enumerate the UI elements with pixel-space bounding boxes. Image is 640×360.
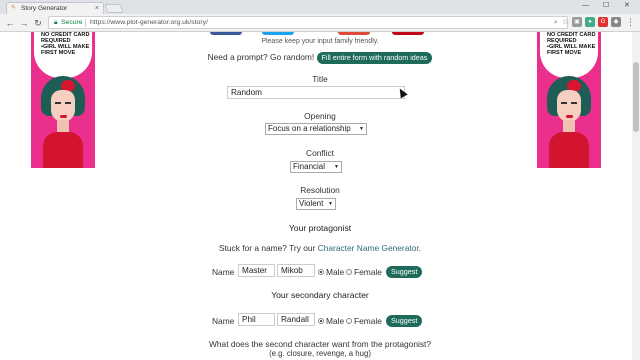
name-generator-link[interactable]: Character Name Generator [318, 243, 419, 253]
male-label: Male [326, 267, 345, 277]
page-scrollbar[interactable] [632, 32, 640, 360]
protagonist-suggest-button[interactable]: Suggest [386, 266, 423, 278]
dropdown-arrow-icon: ▼ [328, 201, 333, 207]
ad-line: FIRST MOVE [547, 50, 582, 56]
bookmark-star-icon[interactable]: ☆ [562, 17, 568, 28]
ad-eye [561, 102, 567, 104]
secondary-last-name-input[interactable]: Randall [277, 313, 315, 326]
random-prompt-row: Need a prompt? Go random! Fill entire fo… [160, 52, 480, 64]
male-radio[interactable] [318, 317, 324, 324]
maximize-icon[interactable]: ☐ [603, 1, 609, 11]
dropdown-arrow-icon: ▼ [334, 164, 339, 170]
female-label: Female [354, 267, 382, 277]
forward-icon[interactable]: → [18, 17, 30, 29]
zoom-icon[interactable]: ⌕ [554, 17, 558, 28]
ad-eye [571, 102, 577, 104]
male-radio[interactable] [318, 268, 324, 275]
url-text[interactable]: https://www.plot-generator.org.uk/story/ [90, 17, 208, 28]
share-button[interactable] [392, 32, 424, 35]
site-favicon-icon: ✎ [11, 5, 17, 11]
tab-bar: ✎ Story Generator × — ☐ ✕ [0, 0, 640, 14]
want-hint: (e.g. closure, revenge, a hug) [269, 349, 371, 358]
window-close-icon[interactable]: ✕ [624, 1, 630, 11]
tab-close-icon[interactable]: × [95, 3, 99, 14]
secondary-gender-female[interactable]: Female [346, 316, 382, 326]
resolution-value: Violent [299, 199, 324, 208]
ad-dress [549, 132, 589, 168]
protagonist-gender-male[interactable]: Male [318, 267, 344, 277]
tab-title: Story Generator [21, 5, 68, 12]
ad-dress [43, 132, 83, 168]
back-icon[interactable]: ← [4, 17, 16, 29]
resolution-label: Resolution [300, 185, 340, 195]
browser-toolbar: ← → ↻ 🔒︎ Secure https://www.plot-generat… [0, 14, 640, 32]
want-question: What does the second character want from… [208, 339, 432, 349]
scrollbar-thumb[interactable] [633, 62, 639, 132]
stuck-text: Stuck for a name? Try our [218, 243, 316, 253]
share-button[interactable] [210, 32, 242, 35]
extension-grey-icon[interactable]: ◆ [611, 17, 621, 27]
reload-icon[interactable]: ↻ [32, 17, 44, 29]
family-friendly-notice: Please keep your input family friendly. [261, 38, 379, 45]
protagonist-heading: Your protagonist [288, 223, 352, 233]
resolution-select[interactable]: Violent ▼ [296, 198, 336, 210]
secondary-suggest-button[interactable]: Suggest [386, 315, 423, 327]
protagonist-first-name-input[interactable]: Master [238, 264, 275, 277]
minimize-icon[interactable]: — [582, 1, 589, 11]
secondary-gender-male[interactable]: Male [318, 316, 344, 326]
ad-line: FIRST MOVE [41, 50, 76, 56]
lock-icon: 🔒︎ [54, 19, 58, 26]
tab-story-generator[interactable]: ✎ Story Generator × [6, 2, 104, 14]
extension-red-icon[interactable]: G [598, 17, 608, 27]
protagonist-last-name-input[interactable]: Mikob [277, 264, 315, 277]
extension-green-icon[interactable]: ● [585, 17, 595, 27]
ad-lips [60, 115, 67, 118]
random-fill-button[interactable]: Fill entire form with random ideas [316, 52, 433, 64]
name-help-row: Stuck for a name? Try our Character Name… [160, 243, 480, 253]
protagonist-gender-female[interactable]: Female [346, 267, 382, 277]
conflict-value: Financial [293, 162, 326, 171]
page-content: NO CREDIT CARD REQUIRED •GIRL WILL MAKE … [0, 32, 640, 360]
protagonist-name-label: Name [212, 267, 235, 277]
male-label: Male [326, 316, 345, 326]
opening-label: Opening [304, 111, 336, 121]
address-divider [85, 19, 86, 27]
secondary-first-name-input[interactable]: Phil [238, 313, 275, 326]
address-bar[interactable]: 🔒︎ Secure https://www.plot-generator.org… [48, 16, 568, 29]
ad-text: NO CREDIT CARD REQUIRED •GIRL WILL MAKE … [36, 32, 90, 56]
female-radio[interactable] [346, 268, 352, 275]
ad-lips [566, 115, 573, 118]
secure-label: Secure [61, 19, 83, 26]
stuck-period: . [418, 243, 422, 253]
secondary-heading: Your secondary character [271, 290, 369, 300]
extension-icon[interactable]: ▣ [572, 17, 582, 27]
browser-menu-icon[interactable]: ⋮ [626, 16, 635, 28]
title-label: Title [312, 74, 328, 84]
dropdown-arrow-icon: ▼ [359, 126, 364, 132]
share-button[interactable] [262, 32, 294, 35]
share-button[interactable] [338, 32, 370, 35]
title-input[interactable]: Random [227, 86, 405, 99]
opening-select[interactable]: Focus on a relationship ▼ [265, 123, 367, 135]
prompt-text: Need a prompt? Go random! [207, 52, 315, 63]
conflict-label: Conflict [306, 148, 334, 158]
ad-eye [55, 102, 61, 104]
ad-banner-left[interactable]: NO CREDIT CARD REQUIRED •GIRL WILL MAKE … [31, 32, 95, 168]
opening-value: Focus on a relationship [268, 124, 351, 133]
female-label: Female [354, 316, 382, 326]
female-radio[interactable] [346, 317, 352, 324]
secondary-name-label: Name [212, 316, 235, 326]
ad-banner-right[interactable]: NO CREDIT CARD REQUIRED •GIRL WILL MAKE … [537, 32, 601, 168]
new-tab-button[interactable] [104, 4, 124, 13]
ad-eye [65, 102, 71, 104]
ad-text: NO CREDIT CARD REQUIRED •GIRL WILL MAKE … [542, 32, 596, 56]
conflict-select[interactable]: Financial ▼ [290, 161, 342, 173]
